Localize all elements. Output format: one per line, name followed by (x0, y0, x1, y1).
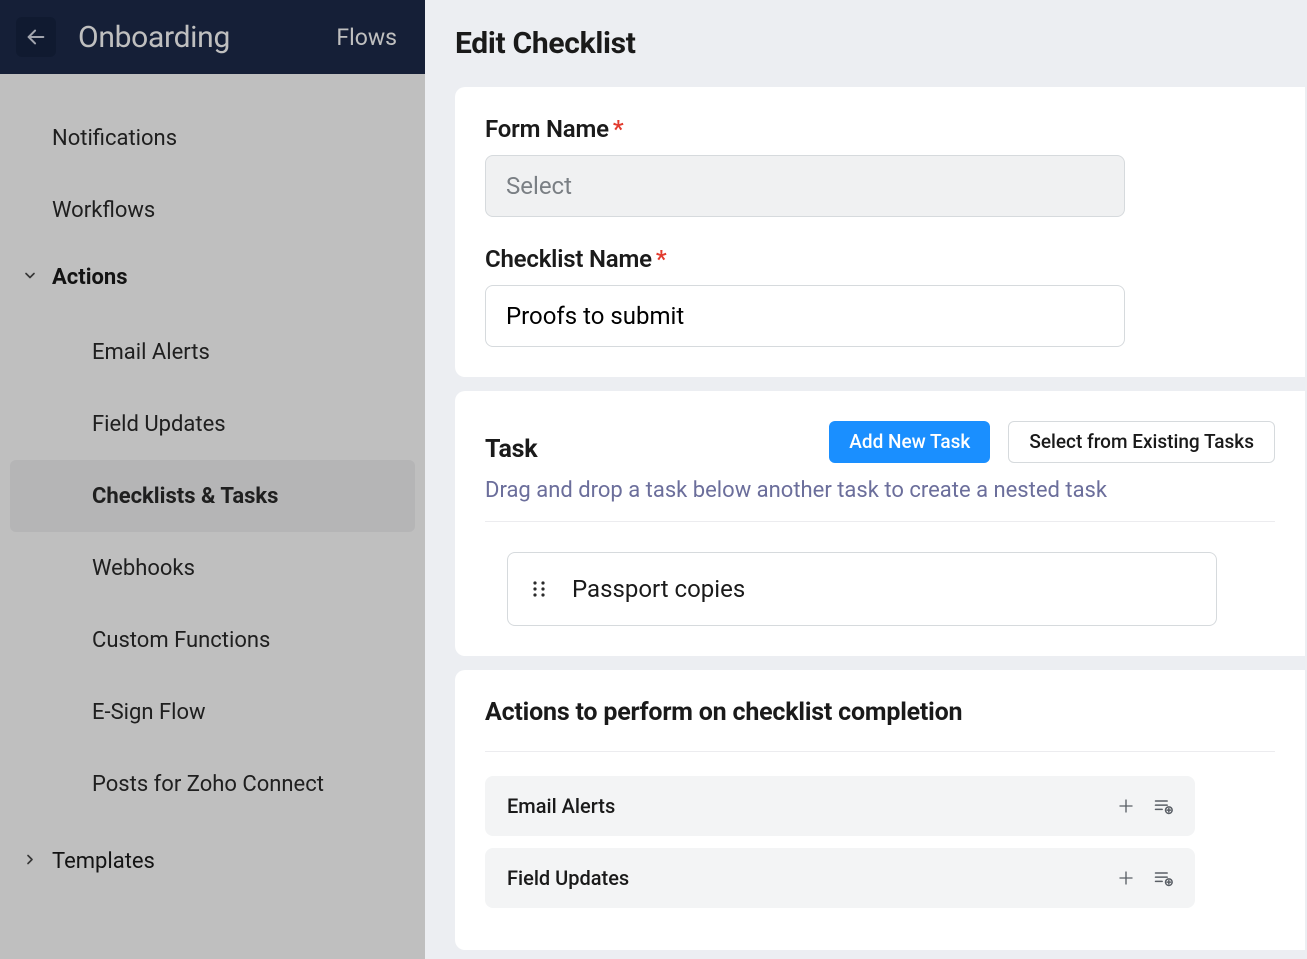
completion-actions-title: Actions to perform on checklist completi… (485, 698, 1275, 752)
nav-actions-children: Email Alerts Field Updates Checklists & … (0, 308, 425, 820)
completion-action-row-field-updates[interactable]: Field Updates (485, 848, 1195, 908)
form-name-field: Form Name* Select (485, 115, 1275, 217)
nav-posts-zoho-connect[interactable]: Posts for Zoho Connect (10, 748, 415, 820)
required-asterisk: * (656, 245, 667, 273)
form-name-label-text: Form Name (485, 115, 609, 143)
nav-field-updates[interactable]: Field Updates (10, 388, 415, 460)
add-new-task-button[interactable]: Add New Task (829, 421, 990, 463)
checklist-name-field: Checklist Name* (485, 245, 1275, 347)
completion-action-label: Email Alerts (507, 794, 1117, 818)
checklist-name-label: Checklist Name* (485, 245, 1275, 273)
checklist-name-label-text: Checklist Name (485, 245, 652, 273)
completion-action-label: Field Updates (507, 866, 1117, 890)
chevron-down-icon (22, 265, 38, 290)
form-name-placeholder: Select (506, 172, 572, 200)
select-existing-tasks-button[interactable]: Select from Existing Tasks (1008, 421, 1275, 463)
drag-handle-icon[interactable] (532, 580, 548, 598)
checklist-name-input-wrapper (485, 285, 1125, 347)
task-header-row: Task Add New Task Select from Existing T… (485, 419, 1275, 464)
completion-actions-card: Actions to perform on checklist completi… (455, 670, 1305, 950)
module-title: Onboarding (78, 20, 336, 55)
nav-checklists-tasks[interactable]: Checklists & Tasks (10, 460, 415, 532)
panel-title: Edit Checklist (425, 0, 1307, 87)
task-row[interactable]: Passport copies (507, 552, 1217, 626)
task-section-title: Task (485, 435, 537, 464)
sidebar-header: Onboarding Flows (0, 0, 425, 74)
arrow-left-icon (25, 26, 47, 48)
task-card: Task Add New Task Select from Existing T… (455, 391, 1305, 656)
edit-checklist-panel: Edit Checklist Form Name* Select Checkli… (425, 0, 1307, 959)
nav-custom-functions[interactable]: Custom Functions (10, 604, 415, 676)
list-add-icon[interactable] (1153, 797, 1173, 815)
plus-icon[interactable] (1117, 869, 1135, 887)
required-asterisk: * (613, 115, 624, 143)
completion-action-icons (1117, 869, 1173, 887)
checklist-details-card: Form Name* Select Checklist Name* (455, 87, 1305, 377)
task-hint-text: Drag and drop a task below another task … (485, 478, 1275, 522)
task-name: Passport copies (572, 575, 745, 603)
nav-actions-group[interactable]: Actions (0, 246, 425, 308)
nav-templates-group[interactable]: Templates (0, 830, 425, 892)
nav-esign-flow[interactable]: E-Sign Flow (10, 676, 415, 748)
back-button[interactable] (16, 17, 56, 57)
flows-link[interactable]: Flows (336, 24, 397, 51)
sidebar: Onboarding Flows Notifications Workflows… (0, 0, 425, 959)
completion-action-icons (1117, 797, 1173, 815)
sidebar-nav: Notifications Workflows Actions Email Al… (0, 74, 425, 892)
nav-templates-label: Templates (52, 849, 155, 874)
form-name-select[interactable]: Select (485, 155, 1125, 217)
task-buttons: Add New Task Select from Existing Tasks (829, 421, 1275, 463)
nav-actions-label: Actions (52, 265, 128, 290)
nav-webhooks[interactable]: Webhooks (10, 532, 415, 604)
list-add-icon[interactable] (1153, 869, 1173, 887)
form-name-label: Form Name* (485, 115, 1275, 143)
nav-notifications[interactable]: Notifications (0, 102, 425, 174)
nav-email-alerts[interactable]: Email Alerts (10, 316, 415, 388)
plus-icon[interactable] (1117, 797, 1135, 815)
chevron-right-icon (22, 849, 38, 874)
completion-action-row-email-alerts[interactable]: Email Alerts (485, 776, 1195, 836)
nav-workflows[interactable]: Workflows (0, 174, 425, 246)
checklist-name-input[interactable] (506, 302, 1104, 330)
